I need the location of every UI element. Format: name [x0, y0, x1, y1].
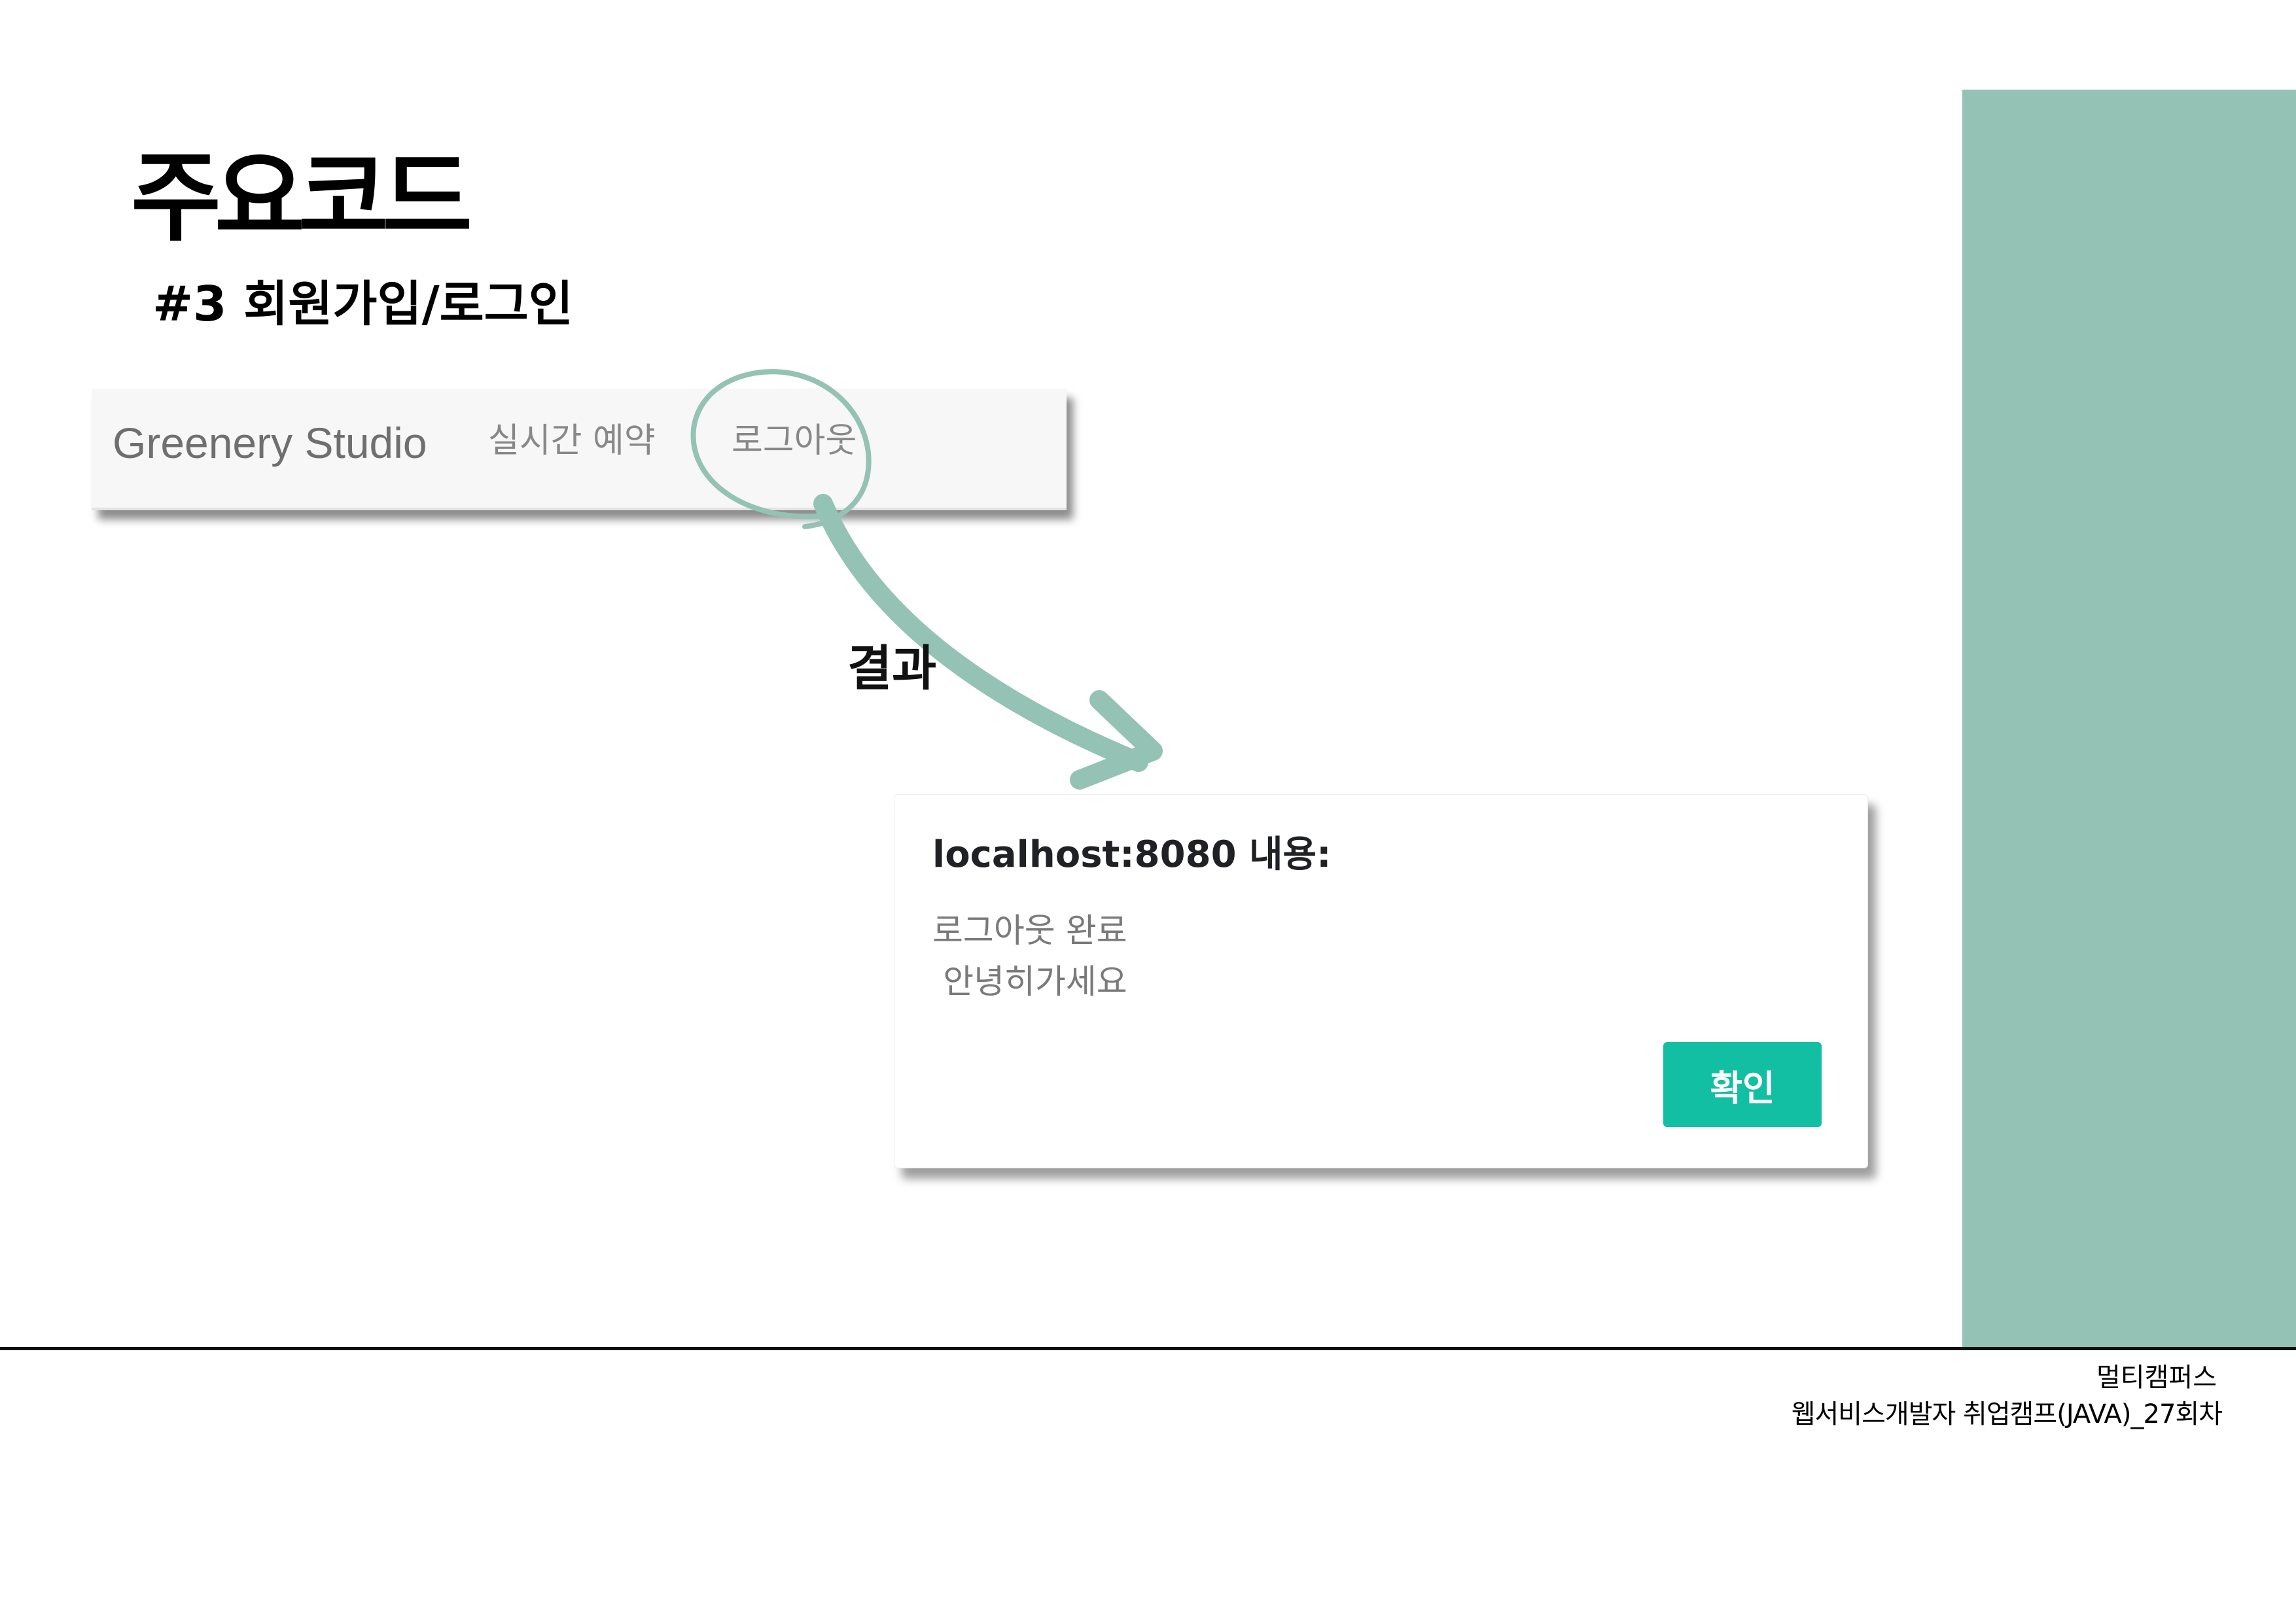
- footer-brand: 멀티캠퍼스: [2096, 1363, 2217, 1393]
- accent-side-panel: [1962, 90, 2296, 1347]
- nav-link-reservation[interactable]: 실시간 예약: [488, 424, 656, 458]
- result-label: 결과: [847, 640, 937, 697]
- slide: 주요코드 #3 회원가입/로그인 Greenery Studio 실시간 예약 …: [0, 0, 2296, 1623]
- confirm-button[interactable]: 확인: [1663, 1042, 1822, 1127]
- dialog-message: 로그아웃 완료 안녕히가세요: [932, 912, 1127, 1002]
- alert-dialog: localhost:8080 내용: 로그아웃 완료 안녕히가세요 확인: [894, 794, 1868, 1168]
- section-subtitle: #3 회원가입/로그인: [152, 276, 573, 332]
- page-title: 주요코드: [131, 141, 472, 255]
- navbar-screenshot: Greenery Studio 실시간 예약 로그아웃: [92, 389, 1067, 510]
- navbar-brand[interactable]: Greenery Studio: [113, 421, 427, 464]
- dialog-title: localhost:8080 내용:: [932, 833, 1332, 876]
- arrow-shaft: [813, 494, 1148, 772]
- arrow-head: [1070, 690, 1163, 790]
- footer-course: 웹서비스개발자 취업캠프(JAVA)_27회차: [1791, 1399, 2223, 1429]
- footer-divider: [0, 1347, 2296, 1350]
- nav-link-logout[interactable]: 로그아웃: [732, 424, 857, 458]
